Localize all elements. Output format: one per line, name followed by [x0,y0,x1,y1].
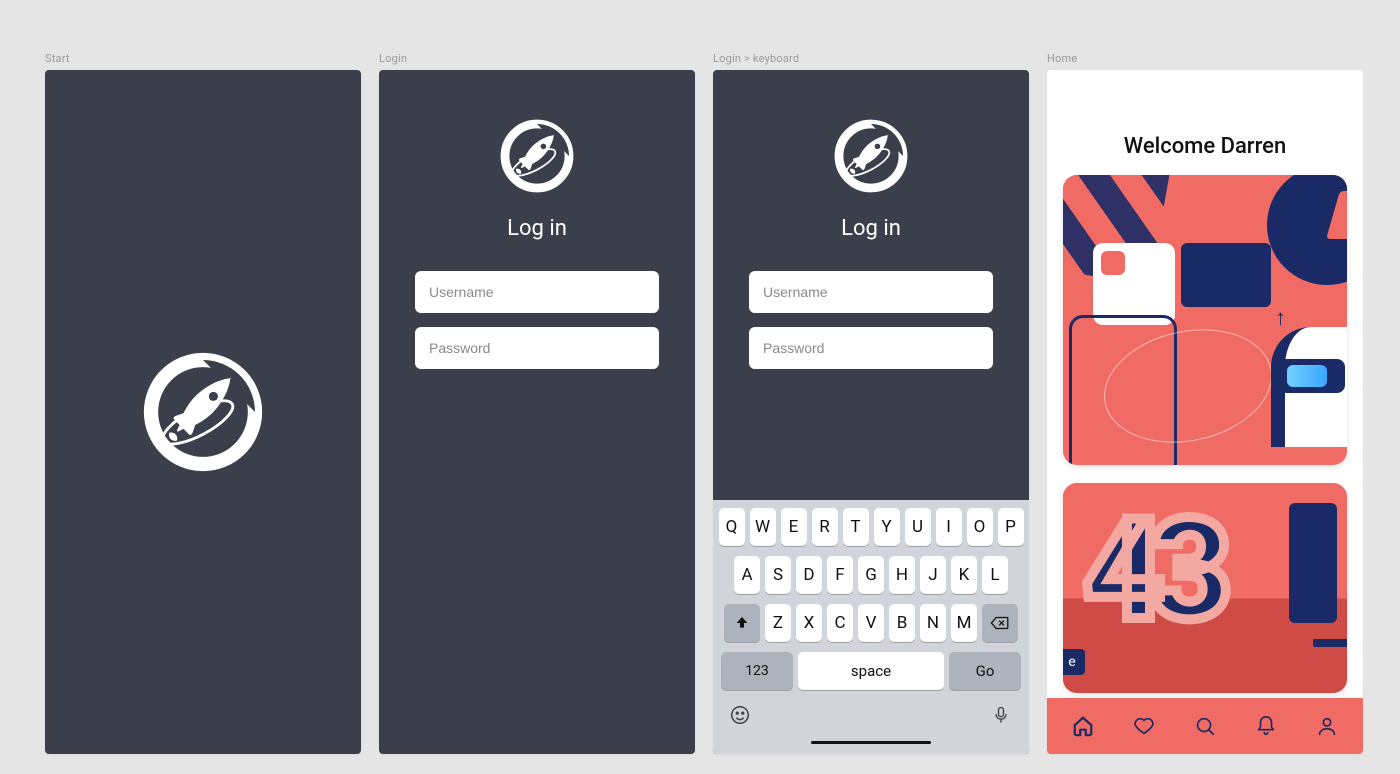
welcome-title: Welcome Darren [1124,134,1286,159]
key-h[interactable]: H [889,556,915,594]
rocket-logo-icon [831,116,911,196]
bottom-tab-bar [1047,698,1363,754]
bell-icon [1255,715,1277,737]
key-t[interactable]: T [843,508,869,546]
username-field[interactable] [415,271,659,313]
frame-label-login-kb: Login > keyboard [713,52,799,65]
screen-login-keyboard: Log in QWERTYUIOP ASDFGHJKL ZXCVBNM [713,70,1029,754]
key-y[interactable]: Y [874,508,900,546]
feature-card-2[interactable]: 43 e [1063,483,1347,693]
key-v[interactable]: V [858,604,884,642]
key-u[interactable]: U [905,508,931,546]
mic-icon[interactable] [991,704,1013,726]
feature-card-1[interactable] [1063,175,1347,465]
rocket-logo-icon [138,347,268,477]
key-c[interactable]: C [827,604,853,642]
card-badge: e [1063,649,1085,675]
shift-key[interactable] [724,604,760,642]
user-icon [1316,715,1338,737]
username-field[interactable] [749,271,993,313]
home-indicator[interactable] [811,741,931,744]
tab-profile[interactable] [1307,706,1347,746]
keyboard-row-4: 123 space Go [717,652,1025,690]
tab-home[interactable] [1063,706,1103,746]
frame-home: Home Welcome Darren [1047,70,1363,754]
screen-start [45,70,361,754]
key-s[interactable]: S [765,556,791,594]
key-m[interactable]: M [951,604,977,642]
heart-icon [1133,715,1155,737]
space-key[interactable]: space [798,652,944,690]
key-b[interactable]: B [889,604,915,642]
rocket-logo-icon [497,116,577,196]
key-i[interactable]: I [936,508,962,546]
login-title: Log in [841,216,901,241]
design-canvas: Start Login Log in Login > keyboard [45,70,1363,754]
frame-label-login: Login [379,52,407,65]
key-q[interactable]: Q [719,508,745,546]
tab-favorites[interactable] [1124,706,1164,746]
login-title: Log in [507,216,567,241]
frame-start: Start [45,70,361,754]
key-x[interactable]: X [796,604,822,642]
key-d[interactable]: D [796,556,822,594]
tab-search[interactable] [1185,706,1225,746]
home-header: Welcome Darren [1047,70,1363,175]
key-w[interactable]: W [750,508,776,546]
key-z[interactable]: Z [765,604,791,642]
home-card-list[interactable]: 43 e [1047,175,1363,698]
numbers-key[interactable]: 123 [721,652,793,690]
frame-login-keyboard: Login > keyboard Log in QWERTYUIOP ASDFG… [713,70,1029,754]
key-r[interactable]: R [812,508,838,546]
password-field[interactable] [749,327,993,369]
keyboard-footer [717,700,1025,727]
key-p[interactable]: P [998,508,1024,546]
frame-label-home: Home [1047,52,1077,65]
illustration-card-icon [1093,243,1175,325]
backspace-key[interactable] [982,604,1018,642]
password-field[interactable] [415,327,659,369]
card-number-illustration: 43 [1083,489,1217,653]
tab-notifications[interactable] [1246,706,1286,746]
screen-home: Welcome Darren [1047,70,1363,754]
key-a[interactable]: A [734,556,760,594]
key-l[interactable]: L [982,556,1008,594]
key-j[interactable]: J [920,556,946,594]
frame-login: Login Log in [379,70,695,754]
splash [45,70,361,754]
key-k[interactable]: K [951,556,977,594]
home-icon [1072,715,1094,737]
emoji-icon[interactable] [729,704,751,726]
keyboard-row-3: ZXCVBNM [717,604,1025,642]
go-key[interactable]: Go [949,652,1021,690]
key-n[interactable]: N [920,604,946,642]
keyboard-row-2: ASDFGHJKL [717,556,1025,594]
frame-label-start: Start [45,52,70,65]
vr-person-icon [1253,297,1347,447]
key-e[interactable]: E [781,508,807,546]
key-g[interactable]: G [858,556,884,594]
keyboard-row-1: QWERTYUIOP [717,508,1025,546]
screen-login: Log in [379,70,695,754]
key-f[interactable]: F [827,556,853,594]
ios-keyboard: QWERTYUIOP ASDFGHJKL ZXCVBNM 123 space G… [713,500,1029,754]
key-o[interactable]: O [967,508,993,546]
search-icon [1194,715,1216,737]
